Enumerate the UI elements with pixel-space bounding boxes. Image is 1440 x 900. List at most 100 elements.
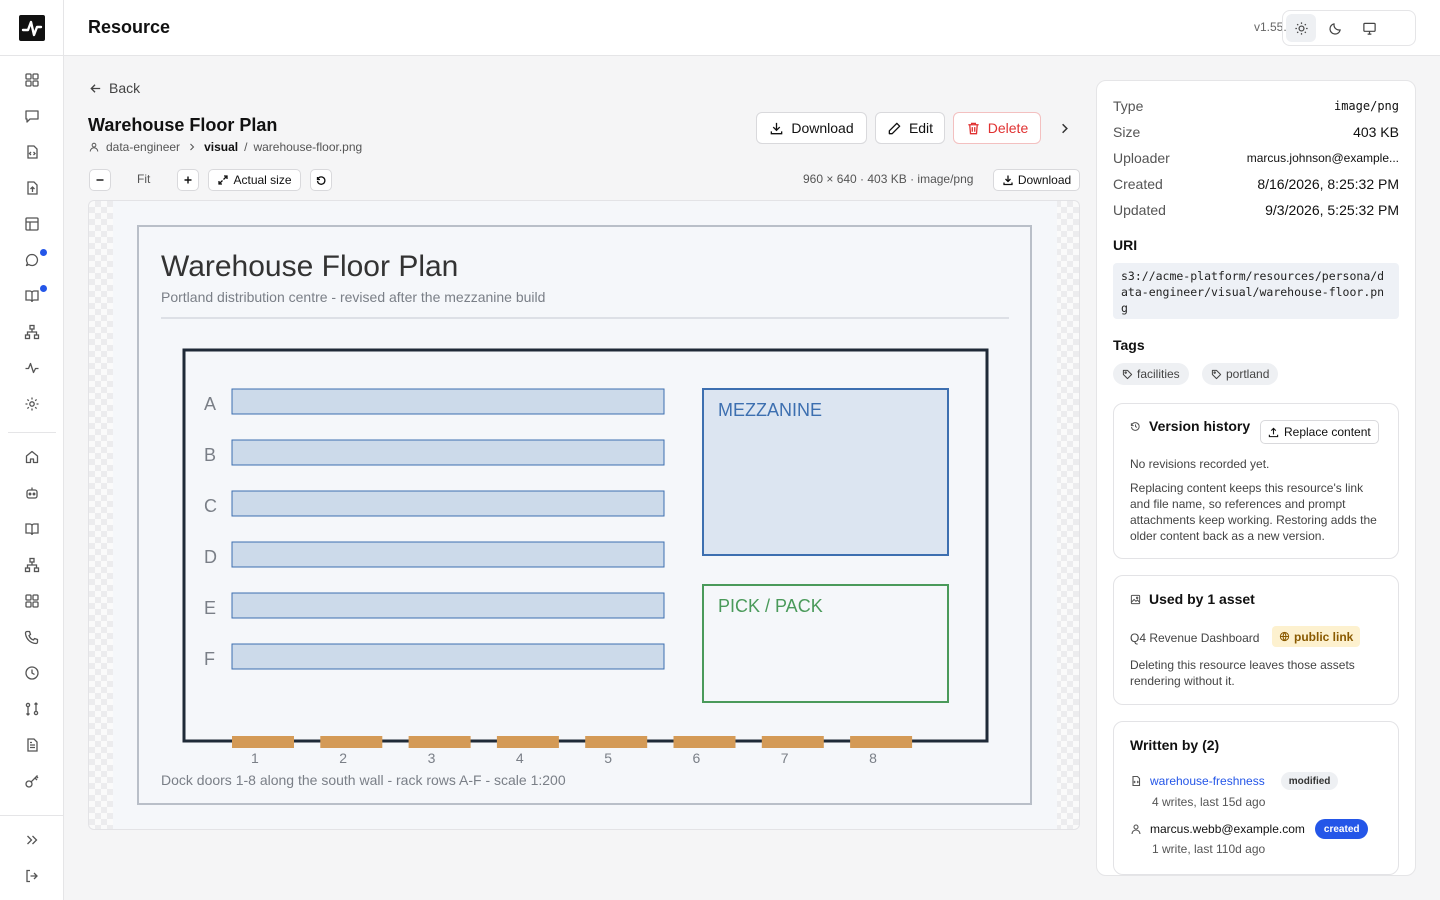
floor-plan-image: Warehouse Floor Plan Portland distributi… — [113, 201, 1057, 829]
used-by-heading: Used by 1 asset — [1130, 591, 1255, 607]
table-icon — [25, 217, 39, 231]
phone-icon — [24, 630, 39, 645]
chevron-right-icon — [190, 143, 195, 151]
breadcrumb-file: warehouse-floor.png — [253, 140, 363, 154]
pencil-icon — [888, 122, 901, 134]
zoom-fit-label[interactable]: Fit — [137, 172, 150, 186]
sidebar-item-code[interactable] — [0, 134, 64, 170]
tag-label: facilities — [1137, 367, 1180, 381]
writer-name-link[interactable]: warehouse-freshness — [1150, 774, 1265, 788]
dock-door-label: 3 — [428, 750, 436, 766]
toggle-panel-button[interactable] — [1052, 116, 1076, 140]
replace-content-button[interactable]: Replace content — [1260, 420, 1379, 444]
sidebar-item-home[interactable] — [0, 439, 64, 475]
rack-row-label: B — [204, 445, 216, 465]
used-by-asset-link[interactable]: Q4 Revenue Dashboard — [1130, 630, 1270, 646]
file-upload-icon — [27, 181, 38, 195]
sidebar-item-settings[interactable] — [0, 386, 64, 422]
actual-size-button[interactable]: Actual size — [208, 169, 301, 191]
sidebar — [0, 0, 64, 900]
version-history-note: Replacing content keeps this resource's … — [1130, 481, 1377, 543]
viewer-download-button[interactable]: Download — [993, 169, 1080, 191]
breadcrumb-category[interactable]: visual — [204, 140, 238, 154]
public-link-badge: public link — [1272, 626, 1361, 647]
download-button[interactable]: Download — [756, 112, 867, 144]
viewer-download-label: Download — [1017, 173, 1072, 187]
tag-chip[interactable]: facilities — [1113, 363, 1189, 385]
rack-row — [231, 490, 665, 517]
plan-caption: Dock doors 1-8 along the south wall - ra… — [161, 772, 566, 788]
sidebar-separator — [0, 55, 64, 56]
sidebar-logout-button[interactable] — [0, 858, 64, 894]
uri-value[interactable]: s3://acme-platform/resources/persona/dat… — [1113, 263, 1399, 319]
gear-icon — [25, 397, 39, 411]
sidebar-item-compare[interactable] — [0, 691, 64, 727]
sidebar-item-activity[interactable] — [0, 350, 64, 386]
git-compare-icon — [25, 702, 39, 716]
sidebar-item-network[interactable] — [0, 547, 64, 583]
theme-system-button[interactable] — [1354, 14, 1384, 42]
zoom-out-button[interactable] — [89, 169, 111, 191]
dock-door-label: 4 — [516, 750, 524, 766]
detail-updated: Updated 9/3/2026, 5:25:32 PM — [1113, 199, 1399, 221]
sidebar-item-docs[interactable] — [0, 278, 64, 314]
rack-row — [231, 439, 665, 466]
minus-icon — [96, 179, 104, 181]
back-link[interactable]: Back — [88, 80, 140, 96]
detail-type-label: Type — [1113, 98, 1144, 114]
sidebar-divider — [8, 432, 56, 433]
public-link-label: public link — [1294, 629, 1354, 644]
tag-icon — [1211, 369, 1222, 379]
dock-door-label: 6 — [693, 750, 701, 766]
detail-size: Size 403 KB — [1113, 121, 1399, 143]
tag-chip[interactable]: portland — [1202, 363, 1279, 385]
theme-dark-button[interactable] — [1320, 14, 1350, 42]
reset-zoom-button[interactable] — [310, 169, 332, 191]
bot-icon — [26, 487, 38, 499]
file-code-icon — [1132, 775, 1141, 787]
sidebar-item-dashboard[interactable] — [0, 62, 64, 98]
image-meta: 960 × 640 · 403 KB · image/png — [803, 172, 974, 186]
back-label: Back — [109, 80, 141, 96]
hierarchy-icon — [24, 324, 40, 340]
sidebar-item-messages[interactable] — [0, 98, 64, 134]
sidebar-item-apps[interactable] — [0, 583, 64, 619]
theme-light-button[interactable] — [1286, 14, 1316, 42]
app-logo-icon[interactable] — [19, 15, 45, 41]
dock-door — [320, 736, 383, 748]
sidebar-item-tables[interactable] — [0, 206, 64, 242]
sidebar-expand-button[interactable] — [0, 822, 64, 858]
version-history-empty: No revisions recorded yet. — [1130, 457, 1270, 471]
sidebar-item-reports[interactable] — [0, 727, 64, 763]
sidebar-item-keys[interactable] — [0, 763, 64, 799]
sidebar-item-calls[interactable] — [0, 619, 64, 655]
sidebar-item-hierarchy[interactable] — [0, 314, 64, 350]
writer-row: warehouse-freshness modified — [1130, 772, 1339, 790]
details-panel: Type image/png Size 403 KB Uploader marc… — [1096, 80, 1416, 876]
delete-button[interactable]: Delete — [953, 112, 1041, 144]
edit-button[interactable]: Edit — [875, 112, 945, 144]
sidebar-item-library[interactable] — [0, 511, 64, 547]
grid-icon — [25, 73, 39, 87]
image-viewer[interactable]: Warehouse Floor Plan Portland distributi… — [88, 200, 1080, 830]
writer-row: marcus.webb@example.com created — [1130, 819, 1369, 839]
sidebar-item-agents[interactable] — [0, 475, 64, 511]
dock-door — [673, 736, 736, 748]
detail-created-label: Created — [1113, 176, 1163, 192]
monitor-icon — [1362, 22, 1376, 35]
rack-row-label: E — [204, 598, 216, 618]
detail-created-value: 8/16/2026, 8:25:32 PM — [1257, 176, 1399, 192]
breadcrumb-owner[interactable]: data-engineer — [106, 140, 180, 154]
sidebar-item-upload[interactable] — [0, 170, 64, 206]
version-history-heading: Version history — [1130, 418, 1250, 434]
sidebar-item-history[interactable] — [0, 655, 64, 691]
detail-size-label: Size — [1113, 124, 1141, 140]
rack-row-label: A — [204, 394, 216, 414]
sidebar-item-chat[interactable] — [0, 242, 64, 278]
zoom-in-button[interactable] — [177, 169, 199, 191]
detail-uploader-label: Uploader — [1113, 150, 1170, 166]
sidebar-bottom-separator — [0, 815, 64, 816]
version-history-title: Version history — [1149, 418, 1251, 434]
rack-row-label: D — [204, 547, 217, 567]
floor-plan-svg: Warehouse Floor Plan Portland distributi… — [137, 225, 1032, 805]
